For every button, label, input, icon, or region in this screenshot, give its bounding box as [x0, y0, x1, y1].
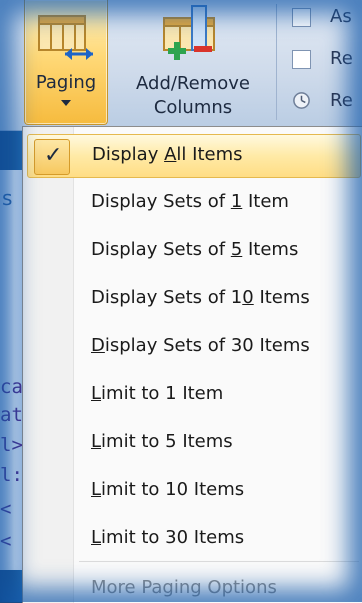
code-line-1: ca [0, 376, 23, 398]
menu-item-label: Limit to 10 Items [91, 479, 245, 500]
ribbon-option-1-label: As [330, 6, 352, 27]
menu-item-label: Display All Items [92, 144, 243, 165]
menu-item-limit-to-5[interactable]: Limit to 5 Items [27, 422, 359, 464]
add-remove-columns-button[interactable]: Add/Remove Columns [118, 0, 268, 124]
add-remove-label-line1: Add/Remove [136, 73, 250, 94]
menu-item-display-sets-of-1[interactable]: Display Sets of 1 Item [27, 182, 359, 224]
code-line-4: l: [0, 464, 23, 486]
clock-icon [293, 92, 310, 109]
code-line-2: at [0, 404, 23, 426]
code-line-5: < [0, 498, 12, 520]
menu-item-label: More Paging Options [91, 577, 277, 598]
ribbon-option-3-label: Re [330, 90, 353, 111]
check-icon: ✓ [34, 139, 70, 175]
add-remove-columns-icon [163, 5, 215, 60]
menu-item-label: Display Sets of 30 Items [91, 335, 310, 356]
menu-item-display-all-items[interactable]: ✓ Display All Items [27, 134, 361, 178]
paging-label: Paging [35, 72, 97, 93]
menu-item-display-sets-of-10[interactable]: Display Sets of 10 Items [27, 278, 359, 320]
check-glyph: ✓ [44, 143, 63, 168]
ribbon-toolbar: Paging Add/Remove Columns As Re Re [0, 0, 362, 131]
menu-separator [79, 561, 359, 562]
menu-item-more-paging-options[interactable]: More Paging Options [27, 567, 359, 603]
menu-item-limit-to-30[interactable]: Limit to 30 Items [27, 518, 359, 560]
menu-item-display-sets-of-30[interactable]: Display Sets of 30 Items [27, 326, 359, 368]
menu-item-label: Limit to 30 Items [91, 527, 245, 548]
menu-item-label: Limit to 5 Items [91, 431, 233, 452]
ribbon-option-3[interactable]: Re [292, 90, 362, 114]
menu-item-label: Display Sets of 10 Items [91, 287, 310, 308]
menu-item-limit-to-10[interactable]: Limit to 10 Items [27, 470, 359, 512]
checkbox[interactable] [292, 50, 311, 69]
paging-icon [38, 15, 93, 60]
menu-item-label: Limit to 1 Item [91, 383, 224, 404]
ribbon-option-2[interactable]: Re [292, 48, 362, 72]
ribbon-option-2-label: Re [330, 48, 353, 69]
paging-button[interactable]: Paging [24, 0, 108, 125]
menu-item-label: Display Sets of 5 Items [91, 239, 299, 260]
add-remove-label-line2: Columns [153, 97, 233, 118]
chevron-down-icon [61, 100, 71, 106]
code-fragment: s [2, 186, 13, 210]
ribbon-option-1[interactable]: As [292, 6, 362, 30]
add-remove-label: Add/Remove Columns [118, 72, 268, 120]
menu-item-display-sets-of-5[interactable]: Display Sets of 5 Items [27, 230, 359, 272]
paging-dropdown-menu: ✓ Display All Items Display Sets of 1 It… [22, 126, 362, 603]
menu-item-limit-to-1[interactable]: Limit to 1 Item [27, 374, 359, 416]
code-line-3: l> [0, 434, 23, 456]
ribbon-separator [276, 4, 277, 120]
checkbox[interactable] [292, 8, 311, 27]
code-line-6: < [0, 530, 12, 552]
menu-item-label: Display Sets of 1 Item [91, 191, 289, 212]
